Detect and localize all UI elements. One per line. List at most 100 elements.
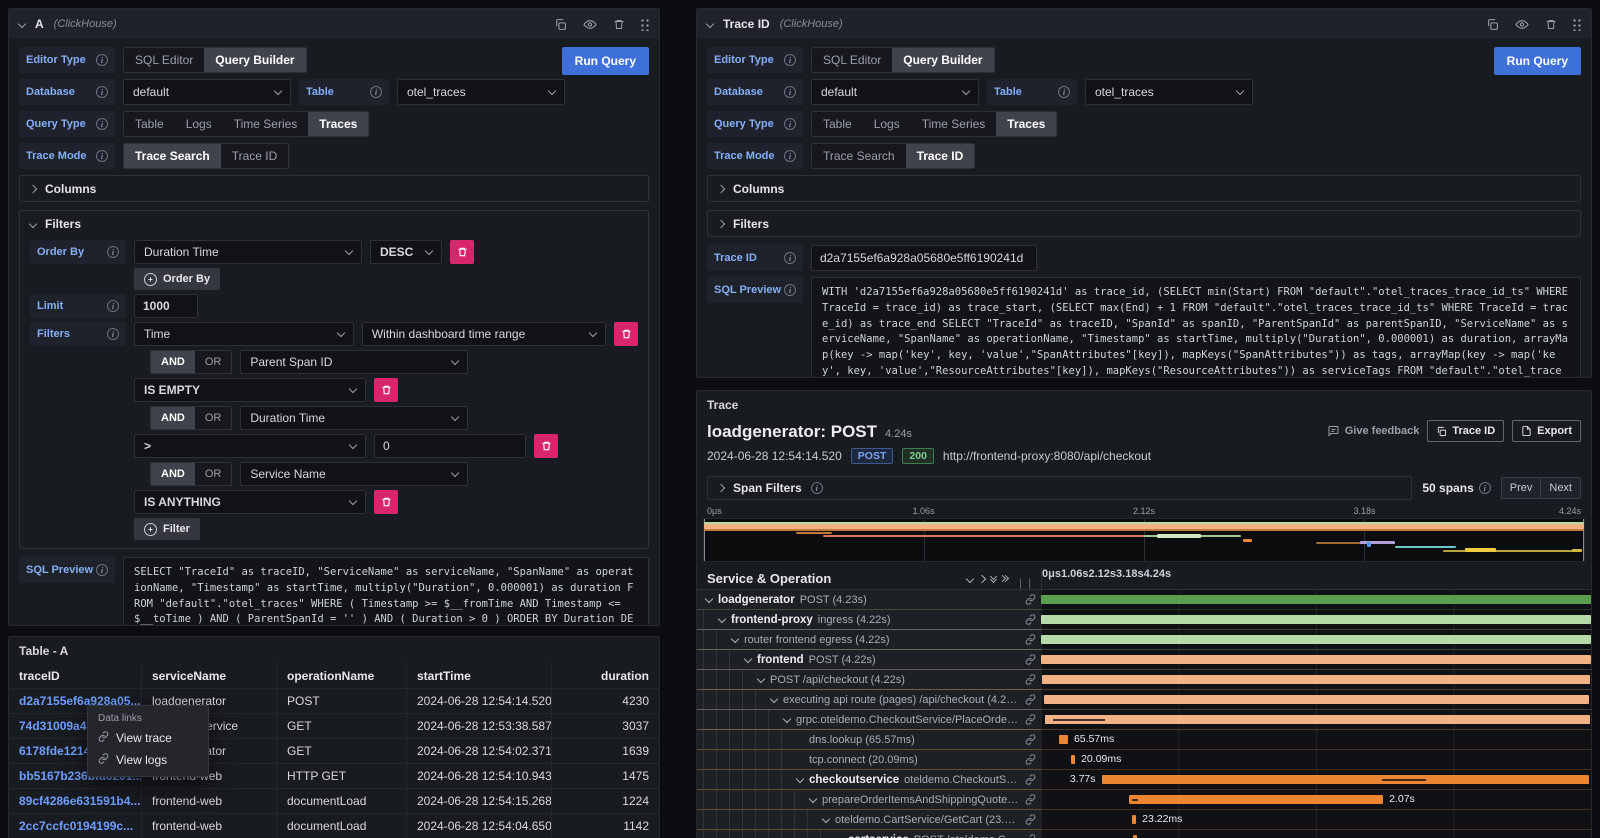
remove-order-by-button[interactable] bbox=[450, 240, 474, 264]
delete-query-icon[interactable] bbox=[1545, 18, 1557, 31]
span-row[interactable]: loadgenerator POST (4.23s) bbox=[697, 590, 1591, 610]
info-icon[interactable]: i bbox=[96, 564, 108, 576]
filter-operator-select[interactable]: > bbox=[134, 434, 366, 458]
column-header-traceid[interactable]: traceID bbox=[9, 663, 142, 688]
span-name-cell[interactable]: dns.lookup (65.57ms) bbox=[697, 730, 1041, 750]
column-header-operationname[interactable]: operationName bbox=[277, 663, 407, 688]
order-by-direction-select[interactable]: DESC bbox=[370, 240, 442, 264]
column-resize-handle[interactable]: ❘❘ bbox=[1016, 578, 1035, 589]
span-row[interactable]: frontend-proxy ingress (4.22s) bbox=[697, 610, 1591, 630]
drag-handle-icon[interactable] bbox=[1573, 18, 1581, 31]
info-icon[interactable]: i bbox=[784, 252, 796, 264]
hide-response-icon[interactable] bbox=[583, 18, 597, 31]
expand-one-icon[interactable] bbox=[979, 576, 985, 582]
drag-handle-icon[interactable] bbox=[641, 18, 649, 31]
and-option[interactable]: AND bbox=[151, 351, 195, 373]
collapse-query-icon[interactable] bbox=[706, 20, 714, 28]
span-collapse-icon[interactable] bbox=[705, 594, 713, 602]
limit-input[interactable] bbox=[134, 294, 198, 318]
add-order-by-button[interactable]: +Order By bbox=[134, 268, 220, 290]
bool-operator-toggle[interactable]: AND OR bbox=[150, 462, 232, 486]
table-row[interactable]: 89cf4286e631591b4... frontend-web docume… bbox=[9, 789, 659, 814]
span-row[interactable]: oteldemo.CartService/GetCart (23.22ms) 2… bbox=[697, 810, 1591, 830]
query-builder-option[interactable]: Query Builder bbox=[892, 48, 993, 72]
span-name-cell[interactable]: loadgenerator POST (4.23s) bbox=[697, 590, 1041, 610]
span-collapse-icon[interactable] bbox=[835, 834, 843, 838]
trace-mode-toggle[interactable]: Trace Search Trace ID bbox=[123, 143, 289, 169]
query-type-traces[interactable]: Traces bbox=[308, 112, 368, 136]
info-icon[interactable]: i bbox=[107, 300, 119, 312]
span-row[interactable]: checkoutservice oteldemo.CheckoutService… bbox=[697, 770, 1591, 790]
span-name-cell[interactable]: checkoutservice oteldemo.CheckoutService… bbox=[697, 770, 1041, 790]
and-option[interactable]: AND bbox=[151, 463, 195, 485]
span-timeline-cell[interactable] bbox=[1041, 670, 1591, 690]
span-name-cell[interactable]: oteldemo.CartService/GetCart (23.22ms) bbox=[697, 810, 1041, 830]
collapse-one-icon[interactable] bbox=[967, 576, 973, 582]
view-logs-link[interactable]: View logs bbox=[98, 753, 198, 767]
bool-operator-toggle[interactable]: AND OR bbox=[150, 406, 232, 430]
expand-all-icon[interactable] bbox=[1002, 576, 1008, 581]
bool-operator-toggle[interactable]: AND OR bbox=[150, 350, 232, 374]
span-name-cell[interactable]: prepareOrderItemsAndShippingQuoteFromCar… bbox=[697, 790, 1041, 810]
info-icon[interactable]: i bbox=[784, 284, 796, 296]
span-link-icon[interactable] bbox=[1025, 614, 1037, 625]
trace-search-option[interactable]: Trace Search bbox=[812, 144, 906, 168]
span-timeline-cell[interactable]: 20.09ms bbox=[1041, 750, 1591, 770]
span-link-icon[interactable] bbox=[1025, 814, 1037, 825]
hide-response-icon[interactable] bbox=[1515, 18, 1529, 31]
next-button[interactable]: Next bbox=[1541, 477, 1581, 499]
run-query-button[interactable]: Run Query bbox=[1494, 47, 1581, 75]
info-icon[interactable]: i bbox=[370, 86, 382, 98]
or-option[interactable]: OR bbox=[195, 351, 232, 373]
span-timeline-cell[interactable] bbox=[1041, 690, 1591, 710]
span-timeline-cell[interactable] bbox=[1041, 830, 1591, 838]
export-button[interactable]: Export bbox=[1512, 420, 1581, 442]
trace-search-option[interactable]: Trace Search bbox=[124, 144, 221, 168]
span-name-cell[interactable]: router frontend egress (4.22s) bbox=[697, 630, 1041, 650]
query-type-table[interactable]: Table bbox=[124, 112, 175, 136]
sql-editor-option[interactable]: SQL Editor bbox=[124, 48, 204, 72]
span-name-cell[interactable]: frontend POST (4.22s) bbox=[697, 650, 1041, 670]
query-type-logs[interactable]: Logs bbox=[863, 112, 911, 136]
query-type-timeseries[interactable]: Time Series bbox=[223, 112, 309, 136]
query-type-toggle[interactable]: Table Logs Time Series Traces bbox=[123, 111, 369, 137]
duplicate-query-icon[interactable] bbox=[1486, 18, 1499, 31]
filters-section-header[interactable]: Filters bbox=[20, 211, 648, 236]
span-filters-header[interactable]: Span Filters i bbox=[707, 476, 1412, 500]
span-timeline-cell[interactable]: 3.77s bbox=[1041, 770, 1591, 790]
span-collapse-icon[interactable] bbox=[718, 614, 726, 622]
remove-filter-button[interactable] bbox=[374, 378, 398, 402]
span-bar[interactable] bbox=[1042, 675, 1590, 684]
span-link-icon[interactable] bbox=[1025, 794, 1037, 805]
trace-minimap[interactable] bbox=[703, 518, 1585, 562]
view-trace-link[interactable]: View trace bbox=[98, 731, 198, 745]
order-by-field-select[interactable]: Duration Time bbox=[134, 240, 362, 264]
span-collapse-icon[interactable] bbox=[822, 814, 830, 822]
add-filter-button[interactable]: +Filter bbox=[134, 518, 200, 540]
span-link-icon[interactable] bbox=[1025, 834, 1037, 838]
span-name-cell[interactable]: POST /api/checkout (4.22s) bbox=[697, 670, 1041, 690]
span-timeline-cell[interactable] bbox=[1041, 710, 1591, 730]
span-row[interactable]: dns.lookup (65.57ms) 65.57ms bbox=[697, 730, 1591, 750]
span-name-cell[interactable]: tcp.connect (20.09ms) bbox=[697, 750, 1041, 770]
span-bar[interactable] bbox=[1041, 595, 1591, 604]
span-row[interactable]: tcp.connect (20.09ms) 20.09ms bbox=[697, 750, 1591, 770]
query-type-traces[interactable]: Traces bbox=[996, 112, 1056, 136]
span-bar[interactable] bbox=[1045, 715, 1590, 724]
query-type-toggle[interactable]: Table Logs Time Series Traces bbox=[811, 111, 1057, 137]
delete-query-icon[interactable] bbox=[613, 18, 625, 31]
span-bar[interactable] bbox=[1102, 775, 1589, 784]
span-name-cell[interactable]: grpc.oteldemo.CheckoutService/PlaceOrder… bbox=[697, 710, 1041, 730]
span-bar[interactable] bbox=[1044, 695, 1589, 704]
span-row[interactable]: frontend POST (4.22s) bbox=[697, 650, 1591, 670]
span-bar[interactable] bbox=[1132, 815, 1136, 824]
info-icon[interactable]: i bbox=[1058, 86, 1070, 98]
trace-id-option[interactable]: Trace ID bbox=[221, 144, 289, 168]
span-collapse-icon[interactable] bbox=[744, 654, 752, 662]
info-icon[interactable]: i bbox=[96, 54, 108, 66]
column-header-starttime[interactable]: startTime bbox=[407, 663, 552, 688]
database-select[interactable]: default bbox=[811, 79, 979, 105]
database-select[interactable]: default bbox=[123, 79, 291, 105]
span-timeline-cell[interactable] bbox=[1041, 650, 1591, 670]
span-row[interactable]: router frontend egress (4.22s) bbox=[697, 630, 1591, 650]
